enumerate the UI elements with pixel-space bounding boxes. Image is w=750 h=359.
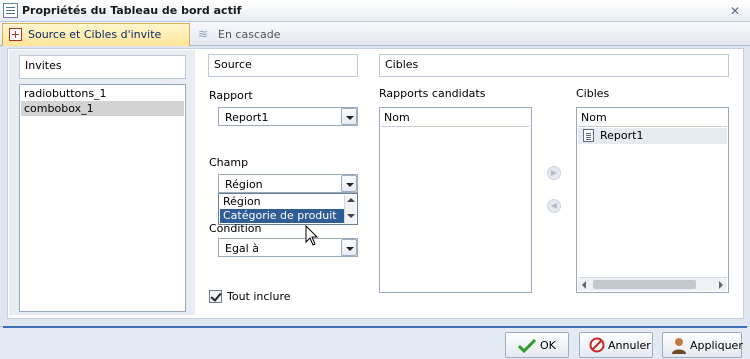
scroll-down-icon[interactable] (347, 214, 355, 218)
field-dropdown-list[interactable]: Région Catégorie de produit (218, 193, 358, 225)
field-label: Champ (209, 156, 249, 169)
condition-combobox-value: Egal à (225, 242, 259, 255)
dashboard-icon (3, 3, 18, 18)
field-combobox-value: Région (225, 178, 263, 191)
field-option-product-category[interactable]: Catégorie de produit (220, 209, 353, 223)
table-row[interactable]: Report1 (578, 128, 727, 144)
report-combobox[interactable]: Report1 (218, 107, 358, 126)
dropdown-scrollbar[interactable] (344, 195, 356, 224)
apply-button[interactable]: Appliquer (662, 332, 743, 358)
cancel-button[interactable]: Annuler (579, 332, 653, 358)
targets-label: Cibles (576, 87, 610, 100)
scroll-left-icon[interactable] (582, 281, 586, 289)
report-combobox-value: Report1 (225, 111, 269, 124)
targets-horizontal-scrollbar[interactable] (578, 277, 727, 291)
scroll-right-icon[interactable] (719, 281, 723, 289)
ok-button[interactable]: OK (505, 332, 569, 358)
move-left-icon[interactable]: ◀ (547, 199, 561, 213)
cancel-icon (589, 337, 605, 353)
tab-source-targets-label[interactable]: Source et Cibles d'invite (28, 28, 161, 41)
prompts-list[interactable]: radiobuttons_1 combobox_1 (19, 84, 186, 312)
mouse-pointer-icon (305, 225, 319, 246)
close-button[interactable]: ✕ (726, 3, 744, 19)
accent-divider (3, 326, 747, 328)
include-all-checkbox[interactable] (209, 290, 222, 303)
apply-button-label: Appliquer (690, 339, 743, 352)
candidate-reports-column-name[interactable]: Nom (381, 109, 530, 127)
targets-grid[interactable]: Nom Report1 (576, 107, 729, 293)
prompt-source-icon (9, 28, 22, 41)
report-label: Rapport (209, 89, 253, 102)
targets-column-name[interactable]: Nom (578, 109, 727, 127)
prompts-header: Invites (19, 55, 186, 79)
condition-combobox[interactable]: Egal à (218, 238, 358, 257)
field-option-region[interactable]: Région (220, 195, 353, 209)
field-combobox[interactable]: Région (218, 174, 358, 193)
include-all-label[interactable]: Tout inclure (227, 290, 291, 303)
move-right-icon[interactable]: ▶ (547, 166, 561, 180)
targets-header: Cibles (379, 54, 729, 77)
tab-cascade[interactable]: En cascade (218, 28, 280, 41)
source-header: Source (208, 54, 358, 77)
scrollbar-thumb[interactable] (593, 280, 696, 289)
scroll-up-icon[interactable] (347, 198, 355, 202)
target-row-name: Report1 (600, 129, 644, 142)
prompt-item-radiobuttons[interactable]: radiobuttons_1 (21, 86, 184, 101)
cascade-icon: ≋ (198, 27, 209, 41)
ok-button-label: OK (540, 339, 556, 352)
report-document-icon (583, 129, 594, 142)
cancel-button-label: Annuler (608, 339, 651, 352)
candidate-reports-grid[interactable]: Nom (379, 107, 532, 293)
chevron-down-icon[interactable] (341, 175, 357, 192)
candidate-reports-label: Rapports candidats (379, 87, 486, 100)
window-title: Propriétés du Tableau de bord actif (22, 4, 242, 17)
chevron-down-icon[interactable] (341, 108, 357, 125)
checkmark-icon (518, 338, 536, 353)
prompt-item-combobox[interactable]: combobox_1 (21, 101, 184, 116)
chevron-down-icon[interactable] (341, 239, 357, 256)
condition-label: Condition (209, 222, 262, 235)
apply-user-icon (672, 338, 686, 354)
